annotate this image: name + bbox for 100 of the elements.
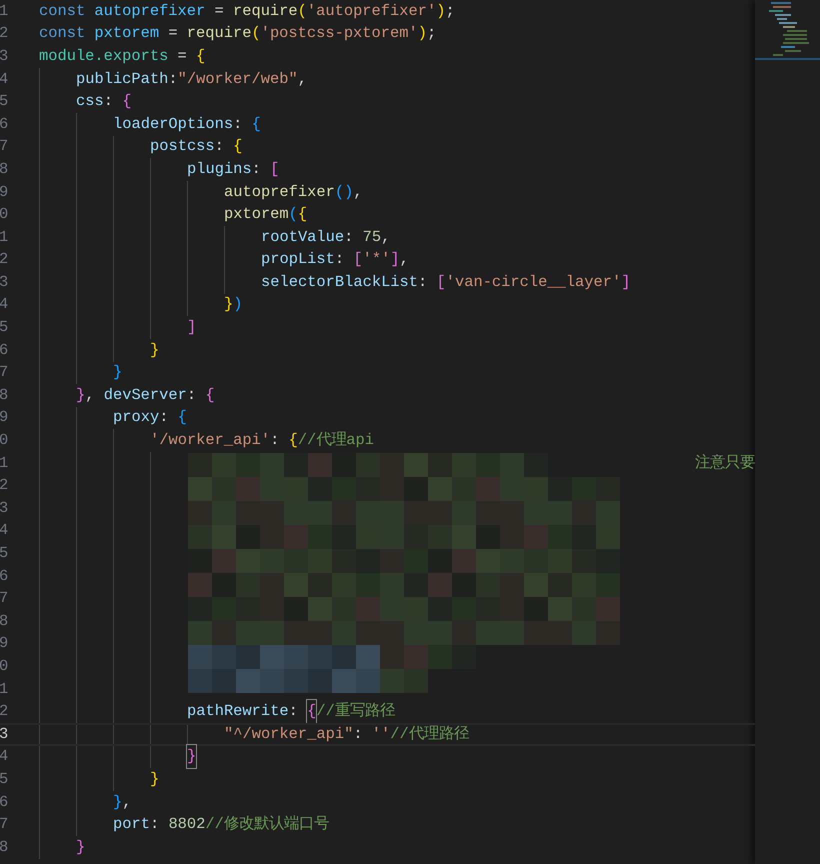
line-number: 5 [0,768,10,790]
code-token: [ [436,272,446,293]
code-token: 'van-circle__layer' [446,272,622,293]
code-token: const [39,23,86,44]
code-token: //重写路径 [316,701,395,722]
code-token: [ [353,249,363,270]
code-token: } [113,792,122,813]
line-number: 9 [0,182,10,202]
code-token: 8802 [168,814,206,836]
line-number: 7 [0,814,10,836]
code-token: : [418,272,428,293]
code-token: autoprefixer [224,182,335,202]
code-token: = [214,0,225,22]
code-token: 75 [362,226,382,248]
code-token: [ [270,158,280,180]
line-number: 4 [0,68,10,90]
code-token: () [334,182,354,202]
code-token: //代理路径 [390,724,469,745]
code-token: pathRewrite [187,701,289,722]
code-token: : [270,430,280,452]
code-token: } [224,294,234,316]
code-token: { [252,114,261,135]
code-token: : [233,114,244,135]
line-number: 0 [0,204,10,226]
code-token: , [400,249,409,270]
line-number: 8 [0,836,10,858]
code-token: "/worker/web" [178,68,298,90]
code-token: { [288,430,298,452]
code-token: , [298,68,307,90]
line-number: 7 [0,136,10,158]
code-token: : [186,384,198,406]
code-token: ) [436,0,446,22]
code-token: : [288,701,299,722]
code-token: ) [233,294,242,316]
code-token: ( [298,0,307,22]
code-token: , [381,226,390,248]
code-token: : [252,158,262,180]
code-token: ( [251,23,261,44]
line-number: 3 [0,46,10,67]
line-number: 9 [0,633,10,654]
minimap[interactable] [755,0,820,864]
line-number: 1 [0,452,10,474]
line-number: 9 [0,407,10,428]
code-token: devServer [104,384,187,406]
code-token: { [178,407,187,428]
line-number: 8 [0,158,10,180]
line-number: 2 [0,249,10,270]
code-token: , [85,384,96,406]
code-token: : [214,136,225,158]
code-token: } [150,340,160,361]
line-number: 1 [0,226,10,248]
code-token: const [39,0,86,22]
code-token: : [104,91,114,112]
code-token: proxy [113,407,160,428]
code-token: publicPath [76,68,168,90]
line-number: 5 [0,317,10,338]
code-token: ) [418,23,427,44]
line-number: 6 [0,114,10,135]
code-token: "^/worker_api" [224,724,354,745]
code-token: selectorBlackList [261,272,418,293]
code-token: ; [426,23,436,44]
line-number: 0 [0,430,10,452]
code-token: , [353,182,363,202]
line-number: 2 [0,475,10,496]
code-token: : [344,226,354,248]
line-number: 1 [0,0,10,22]
code-token: = [176,46,188,67]
line-number: 1 [0,678,10,700]
line-number: 5 [0,543,10,564]
code-token: 'autoprefixer' [306,0,436,22]
line-number: 2 [0,23,10,44]
code-token: rootValue [261,226,344,248]
code-token: , [122,792,132,813]
code-token: } [76,384,86,406]
code-token: : [334,249,346,270]
code-token: pxtorem [94,23,160,44]
matched-bracket: } [187,745,196,768]
line-number: 7 [0,588,10,610]
code-token: ] [390,249,400,270]
code-token: : [353,724,364,745]
code-token: module.exports [39,46,168,67]
line-number: 8 [0,610,10,632]
code-token: ; [445,0,455,22]
line-number: 5 [0,91,10,112]
code-token: propList [261,249,335,270]
line-number: 3 [0,272,10,293]
code-comment: 注意只要 [695,452,755,474]
code-token: pxtorem [224,204,289,226]
code-token: : [150,814,160,836]
line-number: 0 [0,656,10,677]
line-number: 8 [0,384,10,406]
line-number: 6 [0,340,10,361]
code-token: //修改默认端口号 [205,814,329,836]
code-token: ] [187,317,196,338]
code-token: plugins [187,158,252,180]
code-token: 'postcss-pxtorem' [260,23,418,44]
code-token: require [232,0,298,22]
line-number: 2 [0,701,10,722]
code-token: //代理api [298,430,374,452]
code-token: '' [372,724,390,745]
